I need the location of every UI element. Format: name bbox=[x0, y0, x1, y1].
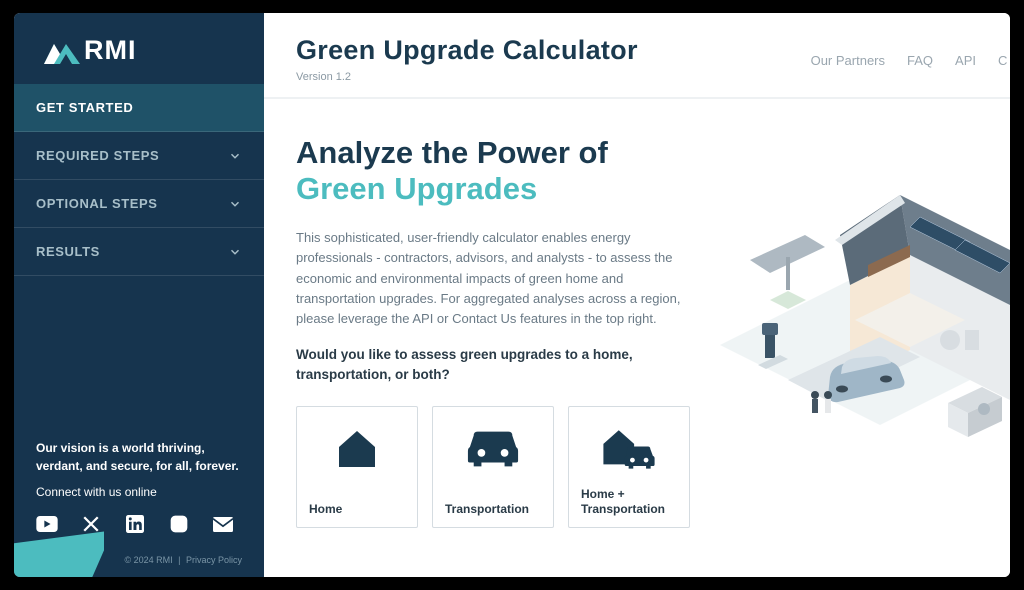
footer-line: © 2024 RMI | Privacy Policy bbox=[36, 555, 242, 565]
sidebar-footer: Our vision is a world thriving, verdant,… bbox=[14, 440, 264, 577]
nav-label: GET STARTED bbox=[36, 100, 133, 115]
content-row: Analyze the Power of Green Upgrades This… bbox=[264, 99, 1010, 528]
footer-separator: | bbox=[175, 555, 183, 565]
logo-area: RMI bbox=[14, 13, 264, 84]
nav-required-steps[interactable]: REQUIRED STEPS bbox=[14, 132, 264, 180]
privacy-link[interactable]: Privacy Policy bbox=[186, 555, 242, 565]
top-links: Our Partners FAQ API C bbox=[811, 35, 1010, 68]
hero-description: This sophisticated, user-friendly calcul… bbox=[296, 228, 706, 329]
nav-label: REQUIRED STEPS bbox=[36, 148, 159, 163]
option-label: Home + Transportation bbox=[581, 487, 677, 517]
main-content: Green Upgrade Calculator Version 1.2 Our… bbox=[264, 13, 1010, 577]
option-home[interactable]: Home bbox=[296, 406, 418, 528]
instagram-icon[interactable] bbox=[168, 513, 190, 535]
decorative-accent bbox=[14, 522, 104, 577]
chevron-down-icon bbox=[228, 245, 242, 259]
link-faq[interactable]: FAQ bbox=[907, 53, 933, 68]
email-icon[interactable] bbox=[212, 513, 234, 535]
sidebar: RMI GET STARTED REQUIRED STEPS OPTIONAL … bbox=[14, 13, 264, 577]
app-title: Green Upgrade Calculator bbox=[296, 35, 638, 66]
nav-get-started[interactable]: GET STARTED bbox=[14, 84, 264, 132]
link-clipped[interactable]: C bbox=[998, 53, 1010, 68]
nav-results[interactable]: RESULTS bbox=[14, 228, 264, 276]
copyright: © 2024 RMI bbox=[124, 555, 172, 565]
option-row: Home Transportation bbox=[296, 406, 706, 528]
car-icon bbox=[445, 419, 541, 479]
top-bar: Green Upgrade Calculator Version 1.2 Our… bbox=[264, 13, 1010, 99]
nav-label: OPTIONAL STEPS bbox=[36, 196, 158, 211]
connect-text: Connect with us online bbox=[36, 485, 242, 499]
page-headline: Analyze the Power of Green Upgrades bbox=[296, 135, 706, 206]
vision-statement: Our vision is a world thriving, verdant,… bbox=[36, 440, 242, 475]
logo-text: RMI bbox=[84, 35, 137, 66]
home-icon bbox=[309, 419, 405, 479]
chevron-down-icon bbox=[228, 197, 242, 211]
hero-prompt: Would you like to assess green upgrades … bbox=[296, 345, 706, 384]
option-transportation[interactable]: Transportation bbox=[432, 406, 554, 528]
logo-mark-icon bbox=[42, 36, 82, 66]
title-block: Green Upgrade Calculator Version 1.2 bbox=[296, 35, 638, 83]
app-frame: RMI GET STARTED REQUIRED STEPS OPTIONAL … bbox=[14, 13, 1010, 577]
hero-column: Analyze the Power of Green Upgrades This… bbox=[296, 135, 706, 528]
nav-label: RESULTS bbox=[36, 244, 100, 259]
linkedin-icon[interactable] bbox=[124, 513, 146, 535]
headline-part1: Analyze the Power of bbox=[296, 135, 608, 170]
brand-logo[interactable]: RMI bbox=[42, 35, 246, 66]
headline-part2: Green Upgrades bbox=[296, 171, 537, 206]
option-label: Transportation bbox=[445, 502, 529, 517]
nav-optional-steps[interactable]: OPTIONAL STEPS bbox=[14, 180, 264, 228]
hero-illustration bbox=[716, 135, 1010, 528]
link-our-partners[interactable]: Our Partners bbox=[811, 53, 885, 68]
version-label: Version 1.2 bbox=[296, 71, 638, 83]
chevron-down-icon bbox=[228, 149, 242, 163]
home-car-icon bbox=[581, 419, 677, 479]
option-label: Home bbox=[309, 502, 342, 517]
option-home-transportation[interactable]: Home + Transportation bbox=[568, 406, 690, 528]
link-api[interactable]: API bbox=[955, 53, 976, 68]
